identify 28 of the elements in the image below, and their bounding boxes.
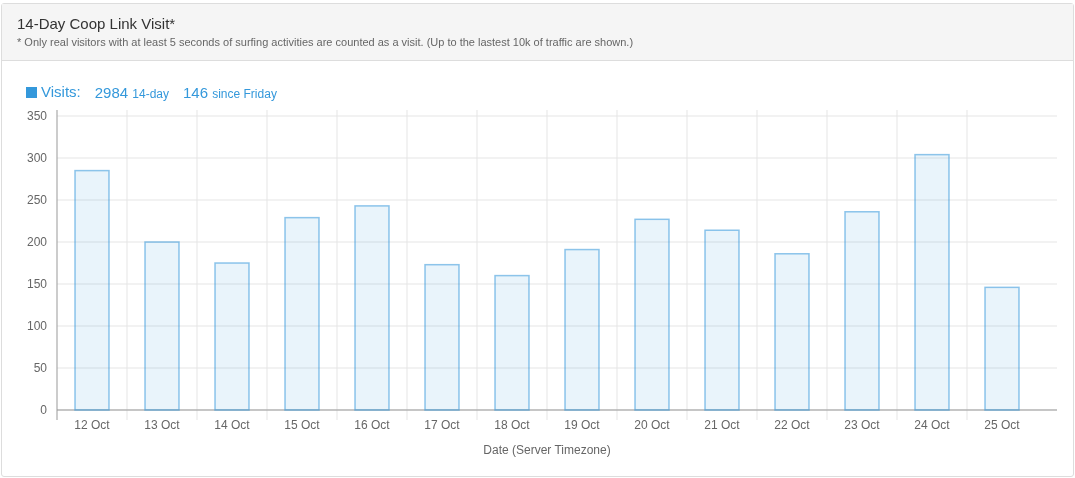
x-tick-label: 18 Oct	[494, 418, 530, 432]
x-tick-label: 19 Oct	[564, 418, 600, 432]
x-tick-label: 20 Oct	[634, 418, 670, 432]
x-tick-label: 16 Oct	[354, 418, 390, 432]
x-tick-label: 23 Oct	[844, 418, 880, 432]
y-tick-label: 100	[26, 319, 47, 333]
x-tick-label: 21 Oct	[704, 418, 740, 432]
y-tick-label: 250	[26, 193, 47, 207]
y-tick-label: 300	[26, 151, 47, 165]
legend-stat: 2984 14-day	[94, 82, 169, 103]
y-tick-label: 200	[26, 235, 47, 249]
legend-stat: 146 since Friday	[183, 82, 277, 103]
y-tick-label: 0	[40, 403, 47, 417]
legend-label: Visits:	[41, 82, 81, 102]
x-tick-label: 13 Oct	[144, 418, 180, 432]
y-tick-label: 350	[26, 109, 47, 123]
y-tick-label: 50	[33, 361, 47, 375]
x-tick-label: 15 Oct	[284, 418, 320, 432]
x-tick-label: 25 Oct	[984, 418, 1020, 432]
x-tick-label: 14 Oct	[214, 418, 250, 432]
x-tick-label: 22 Oct	[774, 418, 810, 432]
x-tick-label: 12 Oct	[74, 418, 110, 432]
x-axis-title: Date (Server Timezone)	[483, 443, 611, 457]
panel-title: 14-Day Coop Link Visit*	[17, 14, 177, 34]
x-tick-label: 17 Oct	[424, 418, 460, 432]
y-tick-label: 150	[26, 277, 47, 291]
panel-note: * Only real visitors with at least 5 seconds of surfing activities are counted as a visit. (Up to the lastest 10k of traffic are shown.)	[17, 35, 635, 50]
x-tick-label: 24 Oct	[914, 418, 950, 432]
